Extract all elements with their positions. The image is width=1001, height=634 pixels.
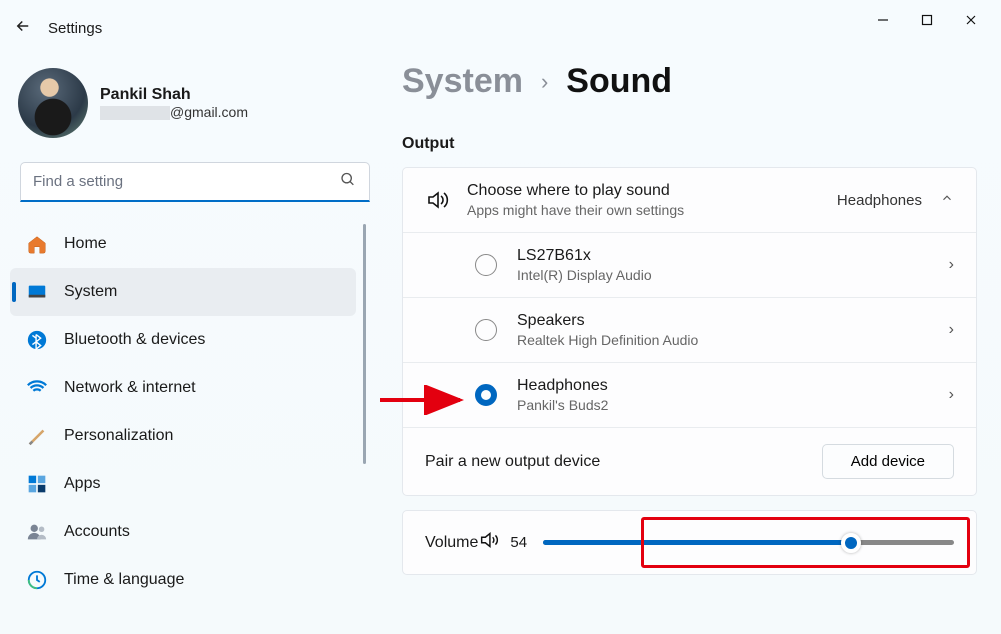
accounts-icon [26, 521, 48, 543]
user-email: @gmail.com [100, 104, 248, 120]
radio-unselected[interactable] [475, 319, 497, 341]
choose-output-row[interactable]: Choose where to play sound Apps might ha… [403, 168, 976, 232]
sidebar-item-personalization[interactable]: Personalization [10, 412, 356, 460]
search-icon [340, 172, 356, 193]
chevron-right-icon: › [541, 69, 548, 95]
scrollbar[interactable] [363, 224, 366, 464]
radio-selected[interactable] [475, 384, 497, 406]
chevron-right-icon: › [949, 256, 954, 274]
volume-value: 54 [510, 534, 527, 551]
sidebar-item-time[interactable]: Time & language [10, 556, 356, 604]
device-row-ls27b61x[interactable]: LS27B61x Intel(R) Display Audio › [403, 232, 976, 297]
avatar [18, 68, 88, 138]
sidebar-item-network[interactable]: Network & internet [10, 364, 356, 412]
bluetooth-icon [26, 329, 48, 351]
device-row-headphones[interactable]: Headphones Pankil's Buds2 › [403, 362, 976, 427]
user-block[interactable]: Pankil Shah @gmail.com [10, 68, 380, 138]
breadcrumb: System › Sound [402, 62, 977, 101]
page-title: Sound [566, 62, 672, 101]
chevron-right-icon: › [949, 386, 954, 404]
pair-device-row: Pair a new output device Add device [403, 427, 976, 495]
slider-thumb[interactable] [841, 533, 861, 553]
volume-card: Volume 54 [402, 510, 977, 575]
chevron-up-icon [940, 191, 954, 210]
back-button[interactable] [14, 17, 32, 40]
sidebar-item-system[interactable]: System [10, 268, 356, 316]
brush-icon [26, 425, 48, 447]
volume-label: Volume [425, 534, 478, 552]
choose-output-value: Headphones [837, 192, 922, 209]
maximize-button[interactable] [905, 5, 949, 35]
sidebar-item-bluetooth[interactable]: Bluetooth & devices [10, 316, 356, 364]
search-input[interactable] [20, 162, 370, 202]
system-icon [26, 281, 48, 303]
output-card: Choose where to play sound Apps might ha… [402, 167, 977, 496]
radio-unselected[interactable] [475, 254, 497, 276]
breadcrumb-parent[interactable]: System [402, 62, 523, 101]
close-button[interactable] [949, 5, 993, 35]
add-device-button[interactable]: Add device [822, 444, 954, 479]
speaker-small-icon[interactable] [478, 529, 500, 556]
user-name: Pankil Shah [100, 86, 248, 104]
app-title: Settings [48, 20, 102, 37]
sidebar-item-home[interactable]: Home [10, 220, 356, 268]
sidebar-item-apps[interactable]: Apps [10, 460, 356, 508]
home-icon [26, 233, 48, 255]
section-label-output: Output [402, 135, 977, 153]
apps-icon [26, 473, 48, 495]
chevron-right-icon: › [949, 321, 954, 339]
clock-icon [26, 569, 48, 591]
device-row-speakers[interactable]: Speakers Realtek High Definition Audio › [403, 297, 976, 362]
volume-slider[interactable] [543, 540, 954, 545]
sidebar-item-accounts[interactable]: Accounts [10, 508, 356, 556]
minimize-button[interactable] [861, 5, 905, 35]
wifi-icon [26, 377, 48, 399]
speaker-icon [425, 188, 449, 212]
sidebar-nav: Home System Bluetooth & devices Network … [10, 220, 380, 604]
